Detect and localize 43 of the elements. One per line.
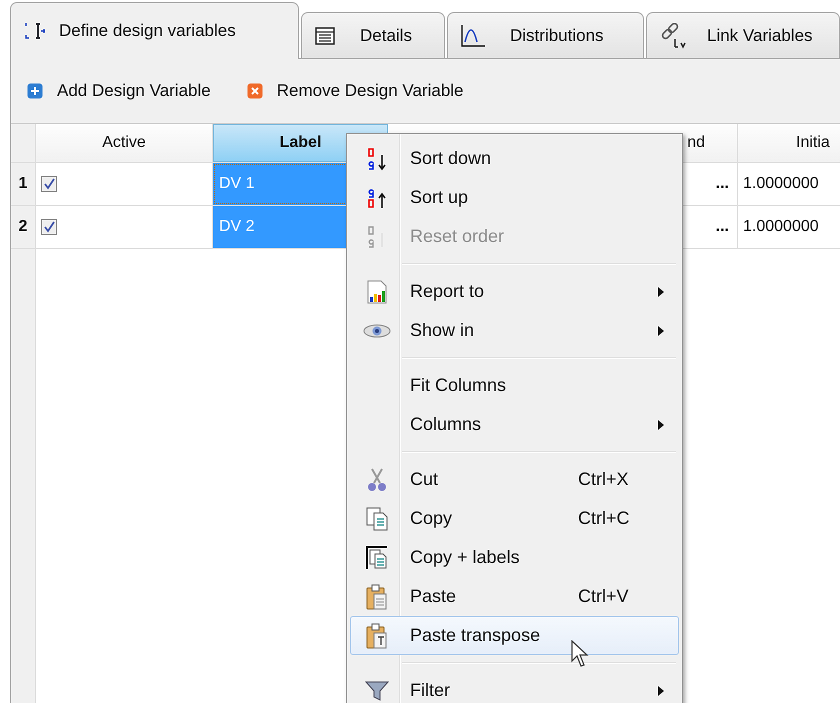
row-number: 1 [11, 163, 36, 205]
toolbar-button[interactable]: Remove Design Variable [246, 81, 464, 101]
check-icon [43, 221, 55, 233]
copy-with-labels-icon [366, 546, 388, 570]
check-icon [43, 178, 55, 190]
ellipsis-button[interactable]: ... [714, 175, 731, 193]
row-number: 2 [11, 206, 36, 248]
table-icon [314, 26, 336, 46]
copy-icon [366, 506, 388, 530]
tab[interactable]: Define design variables [10, 2, 299, 59]
table-cell: 1.0000000 [738, 206, 840, 248]
funnel-icon [365, 680, 389, 702]
ellipsis-button[interactable]: ... [714, 218, 731, 236]
sort-descending-icon [366, 146, 388, 170]
report-chart-icon [367, 280, 387, 304]
menu-item[interactable]: Report to [350, 272, 679, 311]
column-header[interactable]: Active [36, 124, 213, 162]
close-icon [246, 83, 263, 99]
cursor-icon [571, 640, 589, 668]
menu-item[interactable]: Filter [350, 671, 679, 703]
menu-item[interactable]: Copy + labels [350, 538, 679, 577]
chain-link-icon [659, 22, 687, 48]
clipboard-transpose-icon [366, 622, 388, 648]
menu-item[interactable]: Show in [350, 311, 679, 350]
menu-item[interactable]: Fit Columns [350, 366, 679, 405]
scissors-icon [365, 466, 389, 492]
clipboard-icon [366, 584, 388, 610]
text-cursor-icon [23, 20, 45, 42]
toolbar-button[interactable]: Add Design Variable [27, 81, 211, 101]
menu-item[interactable]: Paste transpose [350, 616, 679, 655]
menu-item[interactable]: Paste Ctrl+V [350, 577, 679, 616]
menu-item[interactable]: Columns [350, 405, 679, 444]
checkbox[interactable] [41, 176, 57, 192]
menu-item[interactable]: Copy Ctrl+C [350, 499, 679, 538]
menu-item[interactable]: Cut Ctrl+X [350, 460, 679, 499]
tab[interactable]: Details [301, 12, 445, 58]
table-cell: 1.0000000 [738, 163, 840, 205]
tab[interactable]: Distributions [447, 12, 644, 58]
curve-chart-icon [460, 24, 486, 48]
plus-icon [27, 83, 43, 99]
tab[interactable]: Link Variables [646, 12, 840, 58]
eye-icon [363, 324, 391, 338]
checkbox[interactable] [41, 219, 57, 235]
